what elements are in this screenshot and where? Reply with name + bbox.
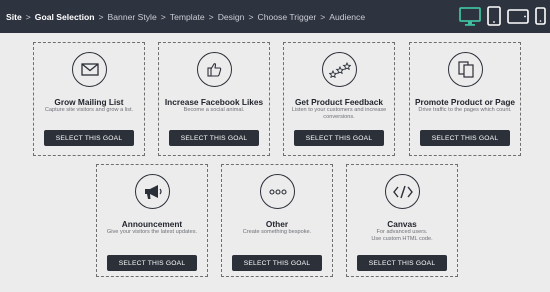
select-goal-button[interactable]: SELECT THIS GOAL [44, 130, 134, 146]
breadcrumb-goal-selection[interactable]: Goal Selection [35, 12, 95, 22]
goal-description: Give your visitors the latest updates. [99, 229, 205, 236]
select-goal-button[interactable]: SELECT THIS GOAL [169, 130, 259, 146]
desktop-view-button[interactable] [459, 5, 481, 27]
tablet-portrait-view-button[interactable] [487, 5, 501, 27]
goal-card-canvas[interactable]: Canvas For advanced users. Use custom HTM… [346, 164, 458, 277]
goal-description-line: Capture site visitors and grow a list. [44, 107, 134, 113]
goal-icon-frame [197, 52, 232, 87]
tablet-landscape-view-button[interactable] [507, 5, 529, 27]
goal-description: Create something bespoke. [224, 229, 330, 236]
select-goal-button[interactable]: SELECT THIS GOAL [420, 130, 510, 146]
select-goal-button[interactable]: SELECT THIS GOAL [294, 130, 384, 146]
tablet-portrait-icon [487, 6, 501, 26]
device-preview-toggles [459, 4, 546, 28]
breadcrumb-audience[interactable]: Audience [329, 12, 365, 22]
goal-description-line: Use custom HTML code. [371, 236, 433, 242]
goal-card-promote-product-or-page[interactable]: Promote Product or Page Drive traffic to… [409, 42, 521, 156]
top-navigation-bar: Site > Goal Selection > Banner Style > T… [0, 0, 550, 33]
goal-description-line: Become a social animal. [183, 107, 245, 113]
mobile-icon [535, 7, 546, 25]
goal-description-line: conversions. [323, 114, 355, 120]
desktop-icon [459, 6, 481, 26]
goal-card-get-product-feedback[interactable]: Get Product Feedback Listen to your cust… [283, 42, 395, 156]
mobile-view-button[interactable] [535, 5, 546, 27]
goal-icon-frame [385, 174, 420, 209]
select-goal-button[interactable]: SELECT THIS GOAL [357, 255, 447, 271]
goal-icon-frame [72, 52, 107, 87]
breadcrumb-separator: > [160, 11, 166, 22]
goal-card-increase-facebook-likes[interactable]: Increase Facebook Likes Become a social … [158, 42, 270, 156]
code-icon [392, 185, 413, 198]
breadcrumb: Site > Goal Selection > Banner Style > T… [6, 12, 365, 22]
ellipsis-icon [268, 188, 287, 195]
goal-description-line: Give your visitors the latest updates. [106, 229, 198, 235]
goal-icon-frame [322, 52, 357, 87]
goal-description-line: For advanced users. [376, 229, 428, 235]
goal-icon-frame [448, 52, 483, 87]
select-goal-button[interactable]: SELECT THIS GOAL [232, 255, 322, 271]
goal-card-announcement[interactable]: Announcement Give your visitors the late… [96, 164, 208, 277]
goal-description: Drive traffic to the pages which count. [412, 107, 518, 114]
breadcrumb-separator: > [25, 11, 31, 22]
select-goal-button[interactable]: SELECT THIS GOAL [107, 255, 197, 271]
goal-description: Listen to your customers and increase con… [286, 107, 392, 121]
megaphone-icon [144, 184, 162, 199]
goal-card-grow-mailing-list[interactable]: Grow Mailing List Capture site visitors … [33, 42, 145, 156]
goal-description: Capture site visitors and grow a list. [36, 107, 142, 114]
goal-title: Other [265, 219, 289, 229]
goal-title: Increase Facebook Likes [164, 97, 264, 107]
goal-card-other[interactable]: Other Create something bespoke. SELECT T… [221, 164, 333, 277]
breadcrumb-template[interactable]: Template [170, 12, 205, 22]
goal-title: Canvas [387, 219, 417, 229]
goal-title: Get Product Feedback [294, 97, 384, 107]
tablet-landscape-icon [507, 8, 529, 24]
breadcrumb-separator: > [98, 11, 104, 22]
goal-icon-frame [260, 174, 295, 209]
breadcrumb-separator: > [320, 11, 326, 22]
goal-description-line: Create something bespoke. [242, 229, 312, 235]
goal-description-line: Drive traffic to the pages which count. [418, 107, 512, 113]
breadcrumb-separator: > [208, 11, 214, 22]
goal-title: Grow Mailing List [54, 97, 124, 107]
goal-title: Promote Product or Page [414, 97, 516, 107]
pages-icon [457, 61, 474, 78]
goal-title: Announcement [121, 219, 183, 229]
thumbs-up-icon [207, 63, 222, 77]
breadcrumb-site[interactable]: Site [6, 12, 22, 22]
goal-description: For advanced users. Use custom HTML code. [349, 229, 455, 243]
breadcrumb-choose-trigger[interactable]: Choose Trigger [257, 12, 316, 22]
envelope-icon [80, 63, 99, 76]
breadcrumb-banner-style[interactable]: Banner Style [108, 12, 157, 22]
stars-icon [328, 61, 351, 78]
goal-icon-frame [135, 174, 170, 209]
goal-description: Become a social animal. [161, 107, 267, 114]
goal-description-line: Listen to your customers and increase [291, 107, 387, 113]
breadcrumb-design[interactable]: Design [218, 12, 245, 22]
breadcrumb-separator: > [248, 11, 254, 22]
